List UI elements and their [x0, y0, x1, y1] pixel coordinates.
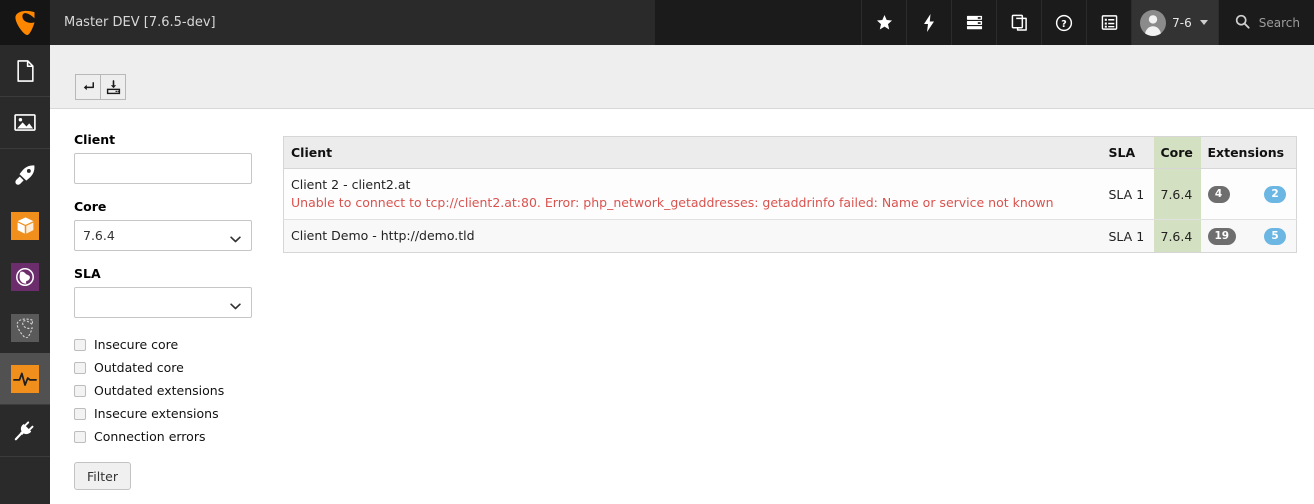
extensions-total-badge[interactable]: 19 — [1207, 227, 1237, 245]
checkbox-label: Insecure core — [94, 337, 179, 352]
user-avatar-icon — [1140, 9, 1167, 36]
table-row[interactable]: Client Demo - http://demo.tld SLA 1 7.6.… — [283, 219, 1297, 253]
cell-extensions: 19 5 — [1200, 219, 1297, 253]
table-row[interactable]: Client 2 - client2.at Unable to connect … — [283, 167, 1297, 220]
core-filter-select[interactable]: 7.6.4 — [74, 220, 252, 251]
client-filter-input[interactable] — [74, 153, 252, 184]
sidebar-item-package[interactable] — [0, 200, 50, 251]
sidebar-item-page[interactable] — [0, 45, 50, 96]
typo3-outline-icon — [11, 313, 39, 342]
extensions-update-badge[interactable]: 5 — [1264, 227, 1286, 245]
pulse-activity-icon — [11, 364, 39, 393]
sidebar-group-file — [0, 97, 50, 149]
sidebar-group-admin — [0, 405, 50, 457]
checkbox-insecure-extensions[interactable]: Insecure extensions — [74, 402, 252, 425]
filter-field-core: Core 7.6.4 — [74, 199, 252, 251]
client-filter-label: Client — [74, 132, 116, 147]
topbar-spacer — [655, 0, 862, 45]
bookmarks-star-icon[interactable] — [861, 0, 906, 45]
global-search[interactable]: Search — [1217, 0, 1314, 45]
checkbox-outdated-core[interactable]: Outdated core — [74, 356, 252, 379]
checkbox-box-icon[interactable] — [74, 338, 86, 351]
table-body: Client 2 - client2.at Unable to connect … — [283, 167, 1297, 253]
svg-text:?: ? — [1061, 18, 1066, 29]
checkbox-box-icon[interactable] — [74, 384, 86, 397]
column-header-extensions[interactable]: Extensions — [1200, 136, 1297, 169]
search-placeholder-label: Search — [1258, 15, 1300, 30]
extensions-update-badge[interactable]: 2 — [1264, 185, 1286, 203]
client-name-label: Client Demo - http://demo.tld — [291, 228, 475, 244]
table-head: Client SLA Core Extensions — [283, 136, 1297, 169]
client-name-label: Client 2 - client2.at — [291, 177, 411, 192]
column-header-client[interactable]: Client — [283, 136, 1102, 169]
sidebar-item-rocket[interactable] — [0, 149, 50, 200]
sidebar-group-modules — [0, 149, 50, 405]
page-title: Master DEV [7.6.5-dev] — [50, 0, 655, 45]
go-back-button[interactable] — [75, 74, 101, 100]
sidebar-item-typo3[interactable] — [0, 302, 50, 353]
help-question-icon[interactable]: ? — [1041, 0, 1086, 45]
column-header-sla[interactable]: SLA — [1101, 136, 1154, 169]
cell-client: Client 2 - client2.at Unable to connect … — [283, 167, 1102, 220]
clients-table-wrapper: Client SLA Core Extensions Client 2 - cl… — [283, 136, 1297, 254]
sidebar-item-extensions[interactable] — [0, 405, 50, 456]
filter-submit-button[interactable]: Filter — [74, 462, 131, 490]
export-button[interactable] — [100, 74, 126, 100]
sidebar-item-filelist[interactable] — [0, 97, 50, 148]
cell-extensions: 4 2 — [1200, 167, 1297, 220]
checkbox-label: Outdated core — [94, 360, 184, 375]
filter-field-client: Client — [74, 132, 252, 184]
checkbox-connection-errors[interactable]: Connection errors — [74, 425, 252, 448]
topbar-actions: ? 7-6 Search — [861, 0, 1314, 45]
filter-checkbox-list: Insecure core Outdated core Outdated ext… — [74, 333, 252, 448]
sidebar-item-globe[interactable] — [0, 251, 50, 302]
search-icon — [1235, 14, 1250, 32]
document-header — [50, 45, 1314, 109]
sla-filter-label: SLA — [74, 266, 101, 281]
clipboard-copy-icon[interactable] — [996, 0, 1041, 45]
cell-sla: SLA 1 — [1101, 167, 1154, 220]
core-filter-label: Core — [74, 199, 107, 214]
table-header-row: Client SLA Core Extensions — [283, 136, 1297, 169]
image-picture-icon — [11, 109, 39, 137]
cell-client: Client Demo - http://demo.tld — [283, 219, 1102, 253]
rocket-icon — [11, 161, 39, 189]
filter-panel: Client Core 7.6.4 SLA Insecure core Outd… — [74, 132, 252, 490]
checkbox-box-icon[interactable] — [74, 407, 86, 420]
checkbox-label: Outdated extensions — [94, 383, 225, 398]
checkbox-insecure-core[interactable]: Insecure core — [74, 333, 252, 356]
cell-core: 7.6.4 — [1153, 167, 1201, 220]
plug-power-icon — [11, 417, 39, 445]
page-document-icon — [11, 57, 39, 85]
checkbox-box-icon[interactable] — [74, 430, 86, 443]
clients-table: Client SLA Core Extensions Client 2 - cl… — [283, 136, 1297, 254]
user-menu-button[interactable]: 7-6 — [1131, 0, 1218, 45]
sidebar-item-monitoring[interactable] — [0, 353, 50, 404]
checkbox-box-icon[interactable] — [74, 361, 86, 374]
cell-core: 7.6.4 — [1153, 219, 1201, 253]
top-toolbar: Master DEV [7.6.5-dev] ? 7-6 Search — [0, 0, 1314, 45]
checkbox-label: Insecure extensions — [94, 406, 219, 421]
sla-filter-select[interactable] — [74, 287, 252, 318]
extensions-total-badge[interactable]: 4 — [1207, 185, 1230, 203]
user-name-label: 7-6 — [1172, 15, 1192, 30]
client-error-message: Unable to connect to tcp://client2.at:80… — [291, 195, 1054, 211]
checkbox-label: Connection errors — [94, 429, 206, 444]
filter-field-sla: SLA — [74, 266, 252, 318]
module-content: Client Core 7.6.4 SLA Insecure core Outd… — [50, 110, 1314, 504]
docheader-button-group — [75, 74, 126, 100]
checkbox-outdated-extensions[interactable]: Outdated extensions — [74, 379, 252, 402]
system-information-icon[interactable] — [951, 0, 996, 45]
chevron-down-icon — [1199, 20, 1208, 25]
sidebar-group-web — [0, 45, 50, 97]
column-header-core[interactable]: Core — [1153, 136, 1201, 169]
list-menu-icon[interactable] — [1086, 0, 1131, 45]
flash-lightning-icon[interactable] — [906, 0, 951, 45]
package-box-icon — [11, 211, 39, 240]
cell-sla: SLA 1 — [1101, 219, 1154, 253]
typo3-backend: Master DEV [7.6.5-dev] ? 7-6 Search Clie… — [0, 0, 1314, 504]
module-sidebar — [0, 45, 50, 504]
globe-world-icon — [11, 262, 39, 291]
typo3-logo-icon[interactable] — [0, 0, 50, 45]
